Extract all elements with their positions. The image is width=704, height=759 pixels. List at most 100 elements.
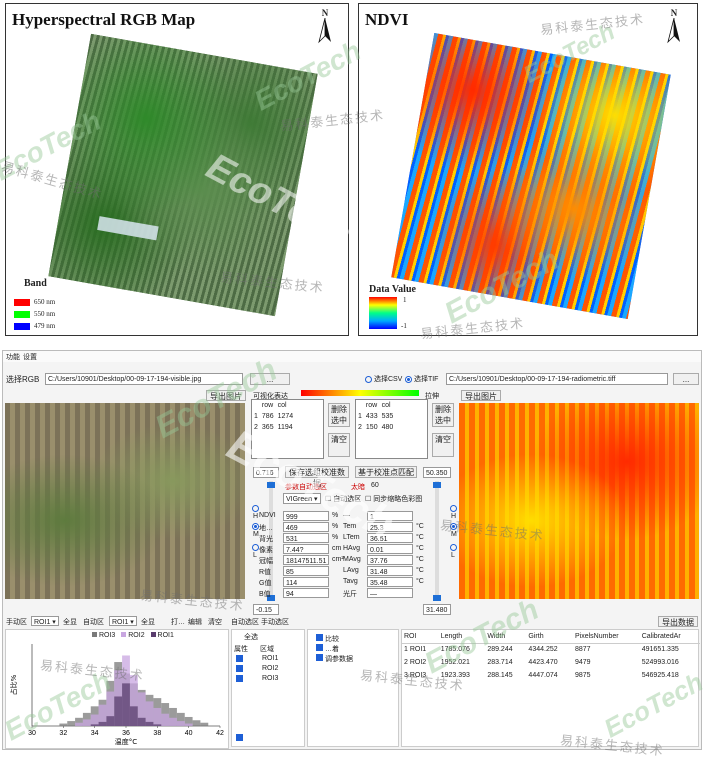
metric-value-field[interactable]: 114 <box>283 577 329 587</box>
show-all-button-2[interactable]: 全显 <box>141 617 155 627</box>
list-item[interactable] <box>236 734 243 743</box>
metric-value-field[interactable]: 85 <box>283 566 329 576</box>
auto-select-tab[interactable]: 自动选区 <box>231 617 259 627</box>
left-slider-handle-top[interactable] <box>267 482 275 488</box>
vi-select[interactable]: VIGreen ▾ <box>283 493 321 504</box>
radio-l-left-label: L <box>253 552 257 559</box>
right-slider-handle-top[interactable] <box>433 482 441 488</box>
table-row[interactable]: 2 150 480 <box>356 422 395 433</box>
metric-value-field[interactable]: 0.01 <box>367 544 413 554</box>
metric-value-field[interactable]: — <box>367 588 413 598</box>
metric-label: 冠幅 <box>259 558 273 565</box>
list-item[interactable] <box>236 655 243 664</box>
metric-value-field[interactable]: 31.48 <box>367 566 413 576</box>
export-right-image-button[interactable]: 导出图片 <box>461 390 501 401</box>
radio-h-left[interactable] <box>252 505 259 512</box>
param-auto-select-label: 参数自动选区 <box>285 484 327 491</box>
metric-label: NDVI <box>259 512 276 519</box>
right-slider-handle-bot[interactable] <box>433 595 441 601</box>
column-header[interactable]: Girth <box>526 630 573 644</box>
right-max-value-field[interactable]: 50.350 <box>423 467 451 478</box>
clear-button[interactable]: 清空 <box>328 433 350 457</box>
metric-value-field[interactable]: 7.44? <box>283 544 329 554</box>
select-all-button[interactable]: 全选 <box>244 632 258 642</box>
radio-m-left[interactable] <box>252 523 259 530</box>
right-min-value-field[interactable]: 31.480 <box>423 604 451 615</box>
metric-unit: % <box>332 523 339 530</box>
manual-roi-select[interactable]: ROI1 ▾ <box>31 616 59 626</box>
clear-button-2[interactable]: 清空 <box>432 433 454 457</box>
metric-value-field[interactable]: 999 <box>283 511 329 521</box>
browse-tif-button[interactable]: ... <box>673 373 699 385</box>
edit-button[interactable]: 编辑 <box>188 617 202 627</box>
metric-value-field[interactable]: 37.76 <box>367 555 413 565</box>
metric-label: R值 <box>259 569 272 576</box>
metric-value-field[interactable]: 1 <box>367 511 413 521</box>
show-all-button[interactable]: 全显 <box>63 617 77 627</box>
column-header[interactable]: Length <box>438 630 486 644</box>
column-header[interactable]: Width <box>485 630 527 644</box>
radio-l-left[interactable] <box>252 544 259 551</box>
rgb-map-title: Hyperspectral RGB Map <box>12 10 196 29</box>
menu-settings[interactable]: 设置 <box>23 352 37 362</box>
layer-item[interactable]: 比较 <box>316 634 339 644</box>
table-cell: 546925.418 <box>641 672 679 679</box>
select-tif-radio[interactable]: 选择TIF <box>405 374 438 384</box>
metric-value-field[interactable]: 469 <box>283 522 329 532</box>
tif-path-field[interactable]: C:/Users/10901/Desktop/00-09-17-194-radi… <box>446 373 668 385</box>
list-item[interactable] <box>236 675 243 684</box>
save-calibration-button[interactable]: 保存选组校准数据 <box>285 466 349 488</box>
column-header[interactable]: ROI <box>402 630 439 644</box>
table-row[interactable]: 1 ROI1 1785.076 289.244 4344.252 8877 491651.… <box>402 643 700 656</box>
toolbar-item[interactable]: 打… <box>171 617 185 627</box>
metric-value-field[interactable]: 35.48 <box>367 577 413 587</box>
table-cell: 1952.021 <box>440 659 470 666</box>
hist-bar-roi2 <box>169 717 177 726</box>
column-header[interactable]: PixelsNumber <box>573 630 640 644</box>
calibration-match-button[interactable]: 基于校准点匹配 <box>355 466 417 478</box>
table-row[interactable]: 3 ROI3 1923.393 288.145 4447.074 9875 546925.… <box>402 669 700 682</box>
menu-function[interactable]: 功能 <box>6 352 20 362</box>
auto-select-checkbox[interactable]: ☐ 自动选区 <box>325 494 361 504</box>
radio-m-right[interactable] <box>450 523 457 530</box>
table-row[interactable]: 2 ROI2 1952.021 283.714 4423.470 9479 524993.… <box>402 656 700 669</box>
north-label: N <box>670 8 678 18</box>
results-table: ROI Length Width Girth PixelsNumber Calibrate… <box>402 630 700 682</box>
ndvi-map-panel: NDVI N Data Value 1 -1 <box>358 3 698 336</box>
layer-item[interactable]: …着 <box>316 644 339 654</box>
x-tick-label: 32 <box>59 730 67 737</box>
left-max-value-field[interactable]: 0.716 <box>253 467 279 478</box>
table-cell: 289.244 <box>487 646 513 654</box>
column-header[interactable]: CalibratedAr <box>639 630 700 644</box>
table-cell: 9875 <box>575 672 591 679</box>
auto-roi-select[interactable]: ROI1 ▾ <box>109 616 137 626</box>
table-row[interactable]: 2 365 1194 <box>252 422 295 433</box>
bottom-toolbar: 手动区 ROI1 ▾ 全显 自动区 ROI1 ▾ 全显 打… 编辑 清空 自动选… <box>3 615 701 628</box>
metric-value-field[interactable]: 94 <box>283 588 329 598</box>
metric-value-field[interactable]: 25.3 <box>367 522 413 532</box>
radio-l-right[interactable] <box>450 544 457 551</box>
manual-select-tab[interactable]: 手动选区 <box>261 617 289 627</box>
layer-item[interactable]: 调参数据 <box>316 654 353 664</box>
x-axis-label: 温度°C <box>115 737 137 746</box>
select-rgb-label: 选择RGB <box>6 375 40 384</box>
metric-value-field[interactable]: 18147511.51 <box>283 555 329 565</box>
list-item[interactable] <box>236 665 243 674</box>
metric-value-field[interactable]: 531 <box>283 533 329 543</box>
export-left-image-button[interactable]: 导出图片 <box>206 390 246 401</box>
metric-value-field[interactable]: 36.51 <box>367 533 413 543</box>
sync-thumbnail-checkbox[interactable]: ☐ 同步缩略色彩图 <box>365 494 422 504</box>
browse-rgb-button[interactable]: ... <box>250 373 290 385</box>
radio-h-right[interactable] <box>450 505 457 512</box>
table-row[interactable]: 1 786 1274 <box>252 411 295 422</box>
left-min-value-field[interactable]: -0.15 <box>253 604 279 615</box>
export-data-button[interactable]: 导出数据 <box>658 616 698 627</box>
table-row[interactable]: 1 433 535 <box>356 411 395 422</box>
delete-selected-button-2[interactable]: 删除选中 <box>432 403 454 427</box>
hist-bar-roi1 <box>153 724 162 726</box>
select-csv-radio[interactable]: 选择CSV <box>365 374 402 384</box>
rgb-path-field[interactable]: C:/Users/10901/Desktop/00-09-17-194-visi… <box>45 373 243 385</box>
delete-selected-button[interactable]: 删除选中 <box>328 403 350 427</box>
clear-all-button[interactable]: 清空 <box>208 617 222 627</box>
right-slider-track[interactable] <box>435 481 439 599</box>
